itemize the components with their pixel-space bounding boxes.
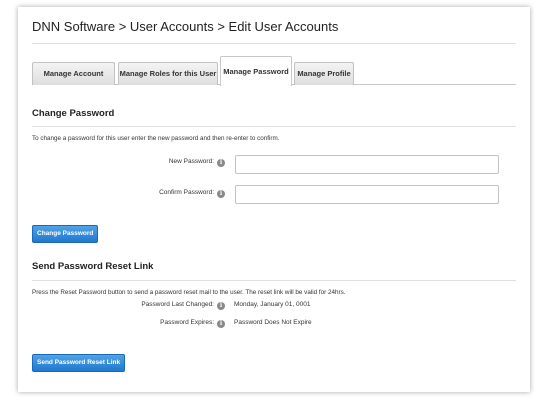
change-password-heading: Change Password xyxy=(32,108,115,119)
change-password-description: To change a password for this user enter… xyxy=(32,135,280,142)
tab-manage-password[interactable]: Manage Password xyxy=(220,56,292,86)
new-password-input[interactable] xyxy=(235,155,499,174)
new-password-label: New Password: xyxy=(168,158,214,165)
tab-strip: Manage Account Manage Roles for this Use… xyxy=(32,56,516,86)
change-password-divider xyxy=(32,126,516,127)
reset-link-description: Press the Reset Password button to send … xyxy=(32,289,346,296)
info-icon[interactable]: i xyxy=(217,320,225,328)
password-last-changed-label: Password Last Changed: xyxy=(141,301,214,308)
reset-link-divider xyxy=(32,280,516,281)
tab-manage-account[interactable]: Manage Account xyxy=(32,62,115,85)
change-password-button[interactable]: Change Password xyxy=(32,225,99,243)
confirm-password-label: Confirm Password: xyxy=(159,189,214,196)
send-reset-link-button[interactable]: Send Password Reset Link xyxy=(32,354,126,372)
password-expires-label: Password Expires: xyxy=(160,319,214,326)
title-divider xyxy=(32,43,516,44)
info-icon[interactable]: i xyxy=(217,302,225,310)
password-last-changed-value: Monday, January 01, 0001 xyxy=(234,301,311,308)
page-title: DNN Software > User Accounts > Edit User… xyxy=(32,19,339,34)
edit-user-panel: DNN Software > User Accounts > Edit User… xyxy=(18,7,530,392)
password-expires-value: Password Does Not Expire xyxy=(234,319,312,326)
info-icon[interactable]: i xyxy=(217,190,225,198)
tab-manage-roles[interactable]: Manage Roles for this User xyxy=(118,62,218,85)
reset-link-heading: Send Password Reset Link xyxy=(32,261,154,272)
confirm-password-input[interactable] xyxy=(235,185,499,204)
info-icon[interactable]: i xyxy=(217,159,225,167)
tab-manage-profile[interactable]: Manage Profile xyxy=(294,62,354,85)
